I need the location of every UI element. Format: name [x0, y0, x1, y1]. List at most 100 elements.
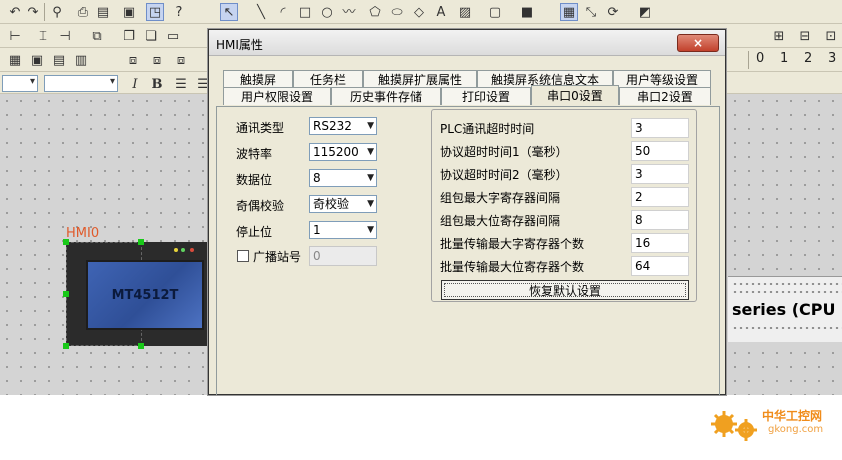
snap-icon[interactable]: ◩ [636, 3, 654, 21]
selection-handle[interactable] [63, 239, 69, 245]
toolbar-number-3[interactable]: 3 [828, 51, 836, 66]
comm-type-value: RS232 [313, 119, 352, 133]
arc-tool-icon[interactable]: ◜ [274, 3, 292, 21]
close-button[interactable]: × [677, 34, 719, 52]
border-color-icon[interactable]: ▢ [486, 3, 504, 21]
diamond-tool-icon[interactable]: ◇ [410, 3, 428, 21]
tab-label: 用户权限设置 [240, 90, 313, 104]
print-icon[interactable]: ⎙ [74, 3, 92, 21]
hmi-led-icon [174, 248, 178, 252]
select-window-icon[interactable]: ◳ [146, 3, 164, 21]
tab-history-events[interactable]: 历史事件存储 [331, 87, 441, 105]
selection-handle[interactable] [63, 291, 69, 297]
tab-user-levels[interactable]: 用户等级设置 [613, 70, 711, 88]
line-tool-icon[interactable]: ╲ [252, 3, 270, 21]
undo-icon[interactable]: ↶ [6, 3, 24, 21]
bring-front-icon[interactable]: ❐ [120, 27, 138, 45]
send-back-icon[interactable]: ❏ [142, 27, 160, 45]
layer-icon[interactable]: ▭ [164, 27, 182, 45]
circle-tool-icon[interactable]: ○ [318, 3, 336, 21]
font-name-combo[interactable] [2, 75, 38, 92]
image-tool-icon[interactable]: ▨ [456, 3, 474, 21]
help-icon[interactable]: ? [170, 3, 188, 21]
hmi-led-icon [181, 248, 185, 252]
toolbar-icon-a[interactable]: ⊞ [770, 27, 788, 45]
binoculars-icon[interactable]: ⚲ [48, 3, 66, 21]
stop-bits-select[interactable]: 1 ▼ [309, 221, 377, 239]
redo-icon[interactable]: ↷ [24, 3, 42, 21]
tab-serial-port-2[interactable]: 串口2设置 [619, 87, 711, 105]
fill-color-icon[interactable]: ■ [518, 3, 536, 21]
tab-label: 打印设置 [461, 90, 510, 104]
tab-serial-port-0[interactable]: 串口0设置 [531, 85, 619, 105]
group-icon[interactable]: ⧉ [88, 27, 106, 45]
toolbar-icon-b[interactable]: ⊟ [796, 27, 814, 45]
protocol-timeout-1-input[interactable]: 50 [631, 141, 689, 161]
max-bit-gap-input[interactable]: 8 [631, 210, 689, 230]
toolbar-icon-c[interactable]: ⊡ [822, 27, 840, 45]
text-tool-icon[interactable]: A [432, 3, 450, 21]
broadcast-checkbox[interactable] [237, 250, 249, 262]
selection-handle[interactable] [138, 343, 144, 349]
text-align-left-icon[interactable]: ☰ [172, 75, 190, 93]
broadcast-label: 广播站号 [253, 250, 302, 264]
hmi-model-label: MT4512T [111, 287, 179, 303]
plc-terminal-row [732, 282, 842, 286]
selection-handle[interactable] [63, 343, 69, 349]
protocol-timeout-2-input[interactable]: 3 [631, 164, 689, 184]
hmi-screen: MT4512T [86, 260, 204, 330]
object-icon-7[interactable]: ⧈ [172, 51, 190, 69]
resize-icon[interactable]: ⤡ [582, 3, 600, 21]
parity-value: 奇校验 [313, 197, 350, 211]
parity-label: 奇偶校验 [236, 199, 285, 213]
dialog-titlebar[interactable]: HMI属性 × [209, 30, 725, 56]
polyline-tool-icon[interactable]: 〰 [340, 3, 358, 21]
object-icon-6[interactable]: ⧈ [148, 51, 166, 69]
object-icon-4[interactable]: ▥ [72, 51, 90, 69]
data-bits-select[interactable]: 8 ▼ [309, 169, 377, 187]
max-word-gap-input[interactable]: 2 [631, 187, 689, 207]
hmi-led-icon [190, 248, 194, 252]
align-right-icon[interactable]: ⊣ [56, 27, 74, 45]
align-left-icon[interactable]: ⊢ [6, 27, 24, 45]
timeout-label: 批量传输最大字寄存器个数 [440, 237, 585, 251]
pointer-tool-icon[interactable]: ↖ [220, 3, 238, 21]
toolbar-number-2[interactable]: 2 [804, 51, 812, 66]
plc-timeout-input[interactable]: 3 [631, 118, 689, 138]
ellipse-tool-icon[interactable]: ⬭ [388, 3, 406, 21]
font-size-combo[interactable] [44, 75, 118, 92]
print-preview-icon[interactable]: ▤ [94, 3, 112, 21]
object-icon-2[interactable]: ▣ [28, 51, 46, 69]
baud-rate-select[interactable]: 115200 ▼ [309, 143, 377, 161]
object-icon-3[interactable]: ▤ [50, 51, 68, 69]
toolbar-row-1: ↶ ↷ ⚲ ⎙ ▤ ▣ ◳ ? ↖ ╲ ◜ □ ○ 〰 ⬠ ⬭ ◇ A ▨ ▢ … [0, 0, 842, 24]
align-center-icon[interactable]: ⌶ [34, 27, 52, 45]
italic-icon[interactable]: I [126, 75, 144, 93]
dropdown-arrow-icon: ▼ [367, 121, 374, 131]
refresh-icon[interactable]: ⟳ [604, 3, 622, 21]
bold-icon[interactable]: B [148, 75, 166, 93]
tab-user-permissions[interactable]: 用户权限设置 [223, 87, 331, 105]
tab-print-settings[interactable]: 打印设置 [441, 87, 531, 105]
selection-handle[interactable] [138, 239, 144, 245]
tab-extended-properties[interactable]: 触摸屏扩展属性 [363, 70, 477, 88]
rectangle-tool-icon[interactable]: □ [296, 3, 314, 21]
window-icon[interactable]: ▣ [120, 3, 138, 21]
close-icon: × [692, 36, 704, 50]
comm-type-select[interactable]: RS232 ▼ [309, 117, 377, 135]
toolbar-number-0[interactable]: 0 [756, 51, 764, 66]
dropdown-arrow-icon: ▼ [367, 147, 374, 157]
restore-defaults-button[interactable]: 恢复默认设置 [441, 280, 689, 300]
max-word-count-input[interactable]: 16 [631, 233, 689, 253]
toolbar-number-1[interactable]: 1 [780, 51, 788, 66]
timeout-settings-group: PLC通讯超时时间 3 协议超时时间1（毫秒） 50 协议超时时间2（毫秒） 3… [431, 109, 697, 302]
max-bit-count-input[interactable]: 64 [631, 256, 689, 276]
object-icon-5[interactable]: ⧈ [124, 51, 142, 69]
grid-icon[interactable]: ▦ [560, 3, 578, 21]
tab-taskbar[interactable]: 任务栏 [293, 70, 363, 88]
tab-touchscreen[interactable]: 触摸屏 [223, 70, 293, 88]
parity-select[interactable]: 奇校验 ▼ [309, 195, 377, 213]
object-icon-1[interactable]: ▦ [6, 51, 24, 69]
tab-label: 任务栏 [309, 73, 346, 87]
polygon-tool-icon[interactable]: ⬠ [366, 3, 384, 21]
